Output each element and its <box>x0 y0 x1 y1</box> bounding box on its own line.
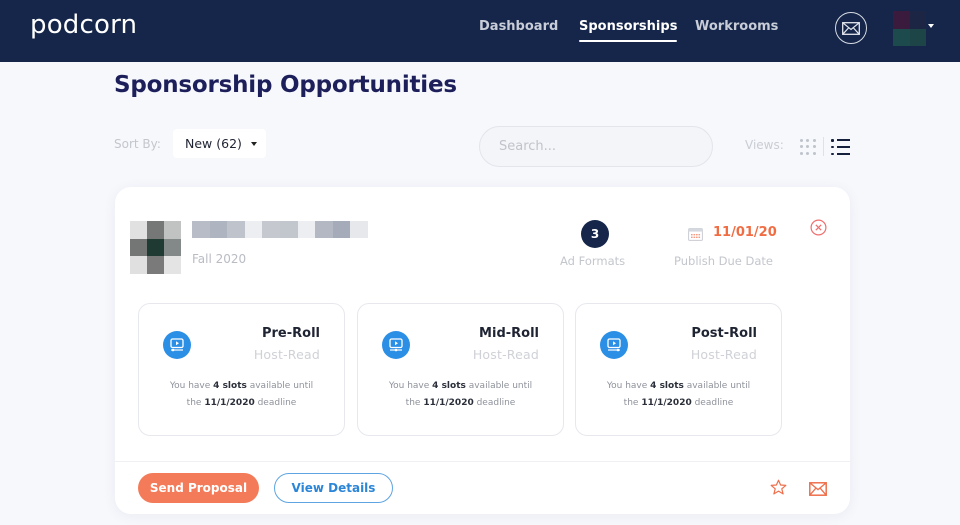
ad-slot-card[interactable]: Mid-Roll Host-Read You have 4 slots avai… <box>357 303 564 436</box>
dismiss-icon[interactable] <box>810 219 827 236</box>
send-proposal-button[interactable]: Send Proposal <box>138 473 259 503</box>
ad-formats-count: 3 <box>581 220 609 248</box>
ad-slot-type: Host-Read <box>472 347 539 362</box>
page-title: Sponsorship Opportunities <box>114 72 457 98</box>
star-icon[interactable] <box>770 479 787 496</box>
caret-down-icon <box>251 142 257 146</box>
podcast-thumbnail <box>130 221 181 274</box>
card-divider <box>115 461 850 462</box>
video-ad-icon <box>600 331 628 359</box>
search-input[interactable] <box>479 126 713 167</box>
opportunity-season: Fall 2020 <box>192 252 247 266</box>
ad-slot-name: Mid-Roll <box>479 326 539 341</box>
ad-slot-type: Host-Read <box>690 347 757 362</box>
top-nav-bar: podcorn Dashboard Sponsorships Workrooms <box>0 0 960 62</box>
views-label: Views: <box>745 138 784 152</box>
video-ad-icon <box>163 331 191 359</box>
nav-link-workrooms[interactable]: Workrooms <box>695 19 778 34</box>
sort-by-dropdown[interactable]: New (62) <box>173 129 266 158</box>
user-avatar[interactable] <box>893 11 926 46</box>
ad-formats-label: Ad Formats <box>560 254 626 268</box>
publish-due-label: Publish Due Date <box>674 254 774 268</box>
envelope-icon[interactable] <box>809 482 827 496</box>
ad-slot-type: Host-Read <box>253 347 320 362</box>
view-details-button[interactable]: View Details <box>274 473 393 503</box>
opportunity-title-redacted <box>192 221 368 238</box>
ad-slot-name: Pre-Roll <box>261 326 320 341</box>
ad-slot-card[interactable]: Post-Roll Host-Read You have 4 slots ava… <box>575 303 782 436</box>
calendar-icon <box>688 228 703 241</box>
ad-slot-description: You have 4 slots available until the 11/… <box>169 381 314 408</box>
podcorn-logo[interactable]: podcorn <box>30 10 137 40</box>
nav-link-dashboard[interactable]: Dashboard <box>479 19 558 34</box>
ad-slot-card[interactable]: Pre-Roll Host-Read You have 4 slots avai… <box>138 303 345 436</box>
publish-due-date: 11/01/20 <box>713 225 777 240</box>
ad-slot-name: Post-Roll <box>691 326 757 341</box>
video-ad-icon <box>382 331 410 359</box>
sort-by-label: Sort By: <box>114 137 161 151</box>
messages-button[interactable] <box>835 12 867 44</box>
ad-slot-description: You have 4 slots available until the 11/… <box>388 381 533 408</box>
opportunity-card: Fall 2020 3 Ad Formats 11/01/20 Publish … <box>115 187 850 514</box>
ad-slot-description: You have 4 slots available until the 11/… <box>606 381 751 408</box>
list-view-icon[interactable] <box>831 139 850 156</box>
grid-view-icon[interactable] <box>800 139 816 155</box>
nav-link-sponsorships[interactable]: Sponsorships <box>579 19 678 42</box>
envelope-icon <box>842 21 860 35</box>
caret-down-icon[interactable] <box>928 24 934 28</box>
sort-by-value: New (62) <box>185 136 242 151</box>
views-divider <box>823 137 824 156</box>
